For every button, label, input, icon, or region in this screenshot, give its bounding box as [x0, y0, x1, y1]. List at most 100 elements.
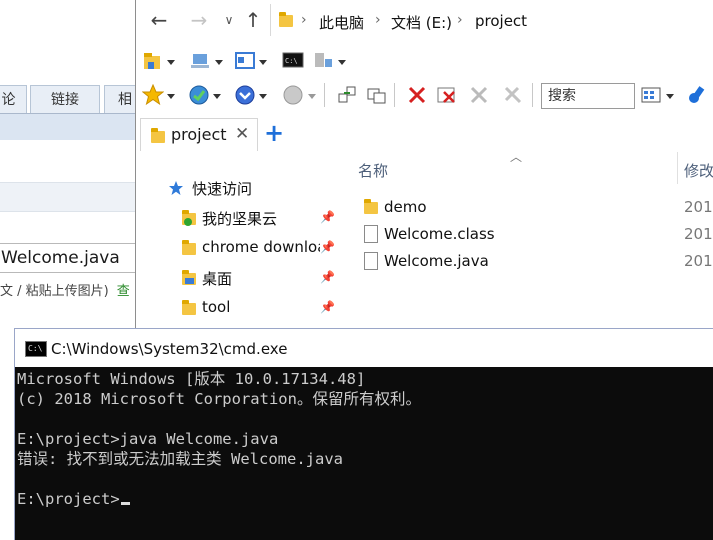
- quick-access-star-icon: [169, 181, 183, 195]
- console-prompt: E:\project>: [17, 490, 120, 508]
- bg-title-input[interactable]: Welcome.java: [0, 243, 139, 273]
- breadcrumb-chevron-icon[interactable]: ›: [301, 12, 307, 28]
- bg-hint-label: 文 / 粘贴上传图片): [0, 284, 109, 299]
- bg-tab-label: 论: [1, 92, 16, 108]
- dropdown-caret-icon[interactable]: [167, 94, 175, 99]
- file-list-pane: ︿ 名称 修改 demo 2018 Welcome.class 2018 Wel…: [334, 150, 713, 330]
- toolbar-divider: [324, 83, 325, 107]
- delete-icon[interactable]: [406, 84, 428, 106]
- forward-arrow-icon[interactable]: →: [188, 8, 210, 32]
- tab-strip: project ✕ +: [136, 118, 713, 152]
- properties-window-icon[interactable]: [234, 50, 256, 72]
- console-line: (c) 2018 Microsoft Corporation。保留所有权利。: [17, 390, 421, 408]
- dropdown-caret-icon[interactable]: [259, 60, 267, 65]
- console-line: Microsoft Windows [版本 10.0.17134.48]: [17, 370, 366, 388]
- share-pin-icon[interactable]: [686, 84, 708, 106]
- file-explorer-window: ← → ∨ ↑ › 此电脑 › 文档 (E:) › project C:\ 搜索…: [135, 0, 713, 330]
- nav-item-label: tool: [202, 298, 231, 316]
- cmd-icon-text: C:\: [28, 344, 43, 353]
- dropdown-caret-icon[interactable]: [338, 60, 346, 65]
- file-row-welcome-java[interactable]: Welcome.java 2018: [354, 249, 713, 275]
- column-divider[interactable]: [677, 152, 678, 184]
- breadcrumb-this-pc[interactable]: 此电脑: [319, 12, 364, 33]
- bg-tab-label: 相: [118, 92, 132, 108]
- nav-item-label: 桌面: [202, 270, 233, 288]
- toolbar-divider: [532, 83, 533, 107]
- column-header-modified[interactable]: 修改: [684, 160, 713, 181]
- tab-label: project: [171, 125, 227, 144]
- breadcrumb-chevron-icon[interactable]: ›: [375, 12, 381, 28]
- globe-disabled-icon[interactable]: [282, 84, 304, 106]
- map-drive-icon[interactable]: [190, 50, 212, 72]
- recent-dropdown-icon[interactable]: ∨: [218, 8, 240, 32]
- search-input[interactable]: 搜索: [541, 83, 635, 109]
- folder-icon: [182, 300, 196, 315]
- background-browser-window: 论 链接 相 Welcome.java 文 / 粘贴上传图片) 查: [0, 0, 146, 330]
- move-to-icon[interactable]: [336, 84, 358, 106]
- pin-icon[interactable]: 📌: [320, 240, 335, 254]
- console-prompt-line: E:\project>: [17, 489, 130, 509]
- folder-tools-icon[interactable]: [142, 50, 164, 72]
- svg-text:C:\: C:\: [285, 57, 298, 65]
- copy-to-icon[interactable]: [366, 84, 388, 106]
- bg-tab-label: 链接: [51, 92, 79, 108]
- back-arrow-icon[interactable]: ←: [148, 8, 170, 32]
- sort-ascending-icon: ︿: [510, 150, 523, 164]
- cmd-console-output[interactable]: Microsoft Windows [版本 10.0.17134.48] (c)…: [15, 367, 713, 540]
- file-row-welcome-class[interactable]: Welcome.class 2018: [354, 222, 713, 248]
- nav-item-label: 我的坚果云: [202, 210, 278, 228]
- breadcrumb-drive-e[interactable]: 文档 (E:): [391, 12, 452, 33]
- folder-icon: [182, 240, 196, 255]
- text-cursor: [120, 502, 130, 505]
- address-bar[interactable]: › 此电脑 › 文档 (E:) › project: [270, 4, 713, 36]
- cmd-title-bar[interactable]: C:\ C:\Windows\System32\cmd.exe: [15, 329, 713, 367]
- column-header-name[interactable]: 名称: [358, 160, 388, 181]
- bg-tab-bar: [0, 113, 140, 140]
- bg-band: [0, 182, 140, 212]
- navigation-pane: 快速访问 我的坚果云 📌 chrome downloads 📌 桌面 📌 too…: [136, 152, 335, 330]
- close-tab-icon[interactable]: ✕: [235, 124, 249, 144]
- dropdown-caret-icon[interactable]: [308, 94, 316, 99]
- bg-hint-link[interactable]: 查: [117, 284, 130, 299]
- dropdown-caret-icon[interactable]: [259, 94, 267, 99]
- cut-disabled-icon[interactable]: [468, 84, 490, 106]
- add-tab-icon[interactable]: +: [264, 120, 284, 146]
- pin-icon[interactable]: 📌: [320, 270, 335, 284]
- delete-permanent-icon[interactable]: [436, 84, 458, 106]
- cmd-window-title: C:\Windows\System32\cmd.exe: [51, 340, 288, 358]
- pin-icon[interactable]: 📌: [320, 300, 335, 314]
- address-row: ← → ∨ ↑ › 此电脑 › 文档 (E:) › project: [136, 0, 713, 40]
- file-icon: [364, 252, 378, 270]
- nav-item-label: 快速访问: [192, 180, 253, 198]
- toolbar-divider: [394, 83, 395, 107]
- dropdown-caret-icon[interactable]: [666, 94, 674, 99]
- terminal-icon[interactable]: C:\: [282, 50, 304, 72]
- file-name: Welcome.class: [384, 225, 495, 243]
- computer-icon[interactable]: [312, 50, 334, 72]
- tools-disabled-icon[interactable]: [502, 84, 524, 106]
- bg-tab-1[interactable]: 论: [0, 85, 27, 114]
- file-icon: [364, 225, 378, 243]
- toolbar-row-1: C:\: [136, 46, 713, 78]
- console-line: E:\project>java Welcome.java: [17, 430, 279, 448]
- refresh-green-icon[interactable]: [188, 84, 210, 106]
- file-date: 2018: [684, 252, 713, 270]
- view-grid-icon[interactable]: [640, 84, 662, 106]
- up-arrow-icon[interactable]: ↑: [242, 8, 264, 32]
- dropdown-caret-icon[interactable]: [215, 60, 223, 65]
- favorites-star-icon[interactable]: [142, 84, 164, 106]
- nav-item-label: chrome downloads: [202, 238, 320, 256]
- desktop-badge-icon: [185, 278, 194, 284]
- refresh-blue-icon[interactable]: [234, 84, 256, 106]
- folder-icon: [364, 199, 378, 214]
- pin-icon[interactable]: 📌: [320, 210, 335, 224]
- breadcrumb-project[interactable]: project: [475, 12, 527, 30]
- dropdown-caret-icon[interactable]: [167, 60, 175, 65]
- breadcrumb-chevron-icon[interactable]: ›: [457, 12, 463, 28]
- file-date: 2018: [684, 198, 713, 216]
- bg-hint-text: 文 / 粘贴上传图片) 查: [0, 280, 140, 299]
- tab-project[interactable]: project ✕: [140, 118, 258, 151]
- bg-tab-links[interactable]: 链接: [30, 85, 100, 114]
- file-row-demo[interactable]: demo 2018: [354, 195, 713, 221]
- dropdown-caret-icon[interactable]: [213, 94, 221, 99]
